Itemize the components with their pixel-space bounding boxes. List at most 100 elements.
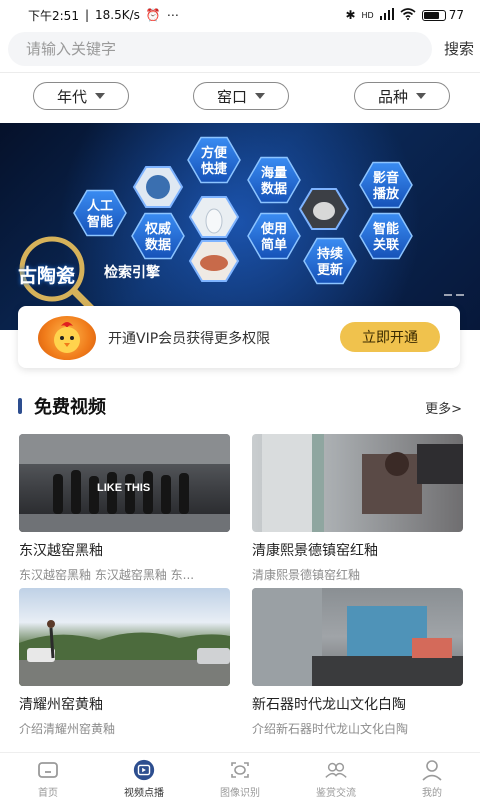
filter-bar: 年代 窑口 品种 [0, 80, 480, 114]
vip-open-button[interactable]: 立即开通 [340, 322, 440, 352]
video-card[interactable]: LIKE THIS 东汉越窑黑釉 东汉越窑黑釉 东汉越窑黑釉 东... [19, 434, 230, 583]
nav-community[interactable]: 鉴赏交流 [288, 753, 384, 800]
video-description: 介绍清耀州窑黄釉 [19, 722, 116, 736]
landscape-image [19, 620, 230, 686]
video-thumbnail[interactable] [252, 588, 463, 686]
nav-profile[interactable]: 我的 [384, 753, 480, 800]
nav-video[interactable]: 视频点播 [96, 753, 192, 800]
free-videos-header: 免费视频 更多> [18, 394, 464, 418]
feature-hexagon: 智能关联 [359, 212, 413, 260]
network-type-label: HD [361, 10, 374, 20]
header-divider [0, 72, 480, 73]
hexagon-label: 关联 [373, 237, 399, 253]
vip-card: 开通VIP会员获得更多权限 立即开通 [18, 306, 460, 368]
video-card[interactable]: 新石器时代龙山文化白陶 介绍新石器时代龙山文化白陶 [252, 588, 463, 737]
search-button[interactable]: 搜索 [444, 38, 474, 59]
hexagon-label: 使用 [260, 221, 287, 237]
status-right: ✱ HD 77 [345, 7, 464, 23]
nav-home[interactable]: 首页 [0, 753, 96, 800]
hexagon-label: 简单 [261, 237, 287, 253]
video-thumbnail[interactable] [19, 588, 230, 686]
video-title: 新石器时代龙山文化白陶 [252, 697, 406, 713]
feature-hexagon: 影音播放 [359, 161, 413, 209]
section-title: 免费视频 [34, 397, 106, 418]
video-card[interactable]: 清康熙景德镇窑红釉 清康熙景德镇窑红釉 [252, 434, 463, 583]
banner-subtitle: 检索引擎 [104, 265, 160, 281]
feature-hexagon: 方便快捷 [187, 136, 241, 184]
signal-icon [379, 7, 394, 23]
rooster-mascot-icon [38, 316, 96, 360]
filter-variety[interactable]: 品种 [354, 82, 450, 110]
caret-down-icon [416, 93, 426, 99]
video-title: 清康熙景德镇窑红釉 [252, 543, 378, 559]
video-title: 清耀州窑黄釉 [19, 697, 103, 713]
video-title: 东汉越窑黑釉 [19, 543, 103, 559]
more-link[interactable]: 更多> [425, 398, 462, 417]
hexagon-label: 持续 [317, 246, 343, 262]
banner-pagination [444, 294, 464, 296]
vip-promo-text: 开通VIP会员获得更多权限 [108, 331, 271, 347]
nav-label: 视频点播 [124, 788, 164, 799]
hexagon-label: 权威 [144, 221, 171, 237]
bottom-navigation: 首页 视频点播 图像识别 鉴赏交流 我的 [0, 752, 480, 800]
caret-down-icon [255, 93, 265, 99]
hexagon-label: 数据 [261, 181, 287, 197]
nav-label: 首页 [38, 788, 58, 799]
search-input[interactable] [8, 32, 432, 66]
nav-label: 我的 [422, 788, 442, 799]
feature-hexagon: 海量数据 [247, 156, 301, 204]
hexagon-label: 人工 [87, 198, 113, 214]
video-thumbnail[interactable] [252, 434, 463, 532]
hexagon-label: 海量 [261, 165, 287, 181]
desk-scene-image [252, 588, 463, 686]
hexagon-label: 快捷 [201, 161, 228, 177]
status-bar: 下午2:51 | 18.5K/s ⏰ ⋯ ✱ HD 77 [0, 0, 480, 30]
battery-icon [421, 9, 446, 21]
filter-kiln[interactable]: 窑口 [193, 82, 289, 110]
banner-title: 古陶瓷 [18, 265, 76, 287]
home-icon [36, 759, 60, 781]
wifi-icon [400, 7, 416, 23]
video-overlay-text: LIKE THIS [97, 482, 151, 494]
more-notifications-icon: ⋯ [166, 8, 179, 22]
search-bar: 搜索 [0, 30, 480, 70]
feature-hexagon: 人工智能 [73, 189, 127, 237]
hexagon-label: 更新 [317, 262, 343, 278]
video-description: 介绍新石器时代龙山文化白陶 [252, 722, 409, 736]
battery-percent: 77 [448, 8, 464, 22]
image-recognition-icon [228, 759, 252, 781]
status-separator: | [84, 8, 89, 22]
hexagon-label: 智能 [87, 214, 113, 230]
video-icon [132, 759, 156, 781]
filter-variety-label: 品种 [377, 87, 408, 106]
nav-label: 鉴赏交流 [316, 788, 356, 799]
alarm-icon: ⏰ [145, 8, 161, 22]
video-description: 清康熙景德镇窑红釉 [252, 568, 361, 582]
profile-icon [420, 759, 444, 781]
hexagon-label: 数据 [145, 237, 171, 253]
nav-image-recognition[interactable]: 图像识别 [192, 753, 288, 800]
status-time: 下午2:51 [28, 8, 79, 23]
promo-banner[interactable]: 方便 快捷 海量 数据 影音 播放 人工 智能 权威 数据 使用 简单 智能 关联 持续 更新 古陶瓷 检索引… [0, 123, 480, 330]
filter-kiln-label: 窑口 [216, 87, 247, 106]
office-scene-image [262, 434, 463, 532]
filter-era[interactable]: 年代 [33, 82, 129, 110]
hexagon-label: 影音 [373, 170, 399, 186]
nav-label: 图像识别 [220, 788, 260, 799]
bluetooth-icon: ✱ [345, 8, 356, 22]
feature-hexagon: 使用简单 [247, 212, 301, 260]
hexagon-label: 方便 [201, 145, 228, 161]
video-card[interactable]: 清耀州窑黄釉 介绍清耀州窑黄釉 [19, 588, 230, 737]
status-speed: 18.5K/s [95, 8, 140, 22]
caret-down-icon [95, 93, 105, 99]
battery-indicator: 77 [421, 8, 464, 22]
community-icon [324, 759, 348, 781]
section-accent-bar [18, 398, 22, 414]
status-left: 下午2:51 | 18.5K/s ⏰ ⋯ [28, 7, 179, 24]
video-description: 东汉越窑黑釉 东汉越窑黑釉 东... [19, 568, 195, 582]
filter-era-label: 年代 [56, 87, 87, 106]
feature-hexagon: 权威数据 [131, 212, 185, 260]
hexagon-label: 播放 [373, 186, 400, 202]
feature-hexagon: 持续更新 [303, 237, 357, 285]
video-thumbnail[interactable]: LIKE THIS [19, 434, 230, 532]
